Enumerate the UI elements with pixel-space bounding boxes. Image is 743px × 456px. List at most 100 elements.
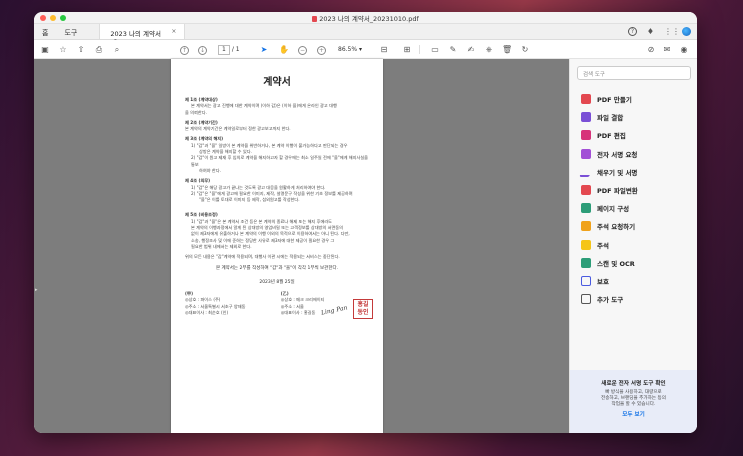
next-page-icon[interactable]: ↓ [198,44,207,55]
comment-icon [581,239,591,250]
promo-body-3: 작업을 할 수 있습니다. [611,402,656,407]
article-line: 2) "갑"이 원고 제재 후 임의로 계약을 해지하고자 할 경우에는 최소 … [191,155,369,167]
esign-promo-panel: 새로운 전자 서명 도구 확인 빠 방식을 사용하고, 대량으로 전송하고, 브… [570,370,697,433]
window-title: 2023 나의 계약서_20231010.pdf [34,13,697,23]
draw-icon[interactable]: ✍ [466,44,476,55]
tool-label: 주석 [597,241,609,250]
tool-comment[interactable]: 주석 [570,236,697,254]
search-icon[interactable]: ⌕ [112,44,122,55]
request-esign-icon [581,148,591,159]
bell-icon[interactable]: ♦ [646,27,655,36]
print-icon[interactable]: ⎙ [94,44,104,55]
rotate-icon[interactable]: ↻ [520,44,530,55]
save-icon[interactable]: ▣ [40,44,50,55]
tool-request-esign[interactable]: 전자 서명 요청 [570,145,697,163]
article-line: 을 의뢰한다. [185,109,207,115]
tool-combine-files[interactable]: 파일 결합 [570,108,697,126]
more-tools-icon [581,294,591,305]
see-all-link[interactable]: 모두 보기 [570,410,697,418]
upload-icon[interactable]: ⇧ [76,44,86,55]
tool-label: PDF 편집 [597,132,626,141]
article-line: 없이 제3자에게 유출하거나 본 계약의 이행 이외의 목적으로 이용하여서는 … [191,231,350,237]
mail-icon[interactable]: ✉ [662,44,672,55]
page-total: / 1 [231,46,240,53]
tool-more-tools[interactable]: 추가 도구 [570,290,697,308]
tool-label: 추가 도구 [597,296,624,305]
article-line: 하여야 한다. [199,167,221,173]
select-cursor-icon[interactable]: ➤ [259,44,269,55]
request-comments-icon [581,221,591,232]
signatories: (甲) ◎상호 : 파이스 (주) ◎주소 : 서울특별시 서초구 양재동 ◎대… [185,291,373,320]
tool-label: 주석 요청하기 [597,223,636,232]
window-title-text: 2023 나의 계약서_20231010.pdf [319,15,419,23]
highlight-icon[interactable]: ✎ [448,44,458,55]
tool-request-comments[interactable]: 주석 요청하기 [570,217,697,235]
document-title: 계약서 [263,77,291,88]
hand-tool-icon[interactable]: ✋ [279,44,289,55]
party-a-ceo: ◎대표이사 : 최순호 (인) [185,309,229,315]
prev-page-icon[interactable]: ↑ [180,44,189,55]
contract-date: 2023년 8월 25일 [259,280,295,286]
page-number-input[interactable]: 1 [218,45,230,55]
tool-label: PDF 파일변환 [597,187,638,196]
tool-scan-ocr[interactable]: 스캔 및 OCR [570,254,697,272]
article-5: 제 5조 (비용조정) 1) "갑"과 "을"은 본 계약서 조건 등은 본 계… [185,212,369,250]
tool-fill-sign[interactable]: 채우기 및 서명 [570,163,697,181]
zoom-value: 86.5% [338,46,358,53]
account-icon[interactable]: ◉ [679,44,689,55]
star-icon[interactable]: ☆ [58,44,68,55]
document-canvas[interactable]: ▸ 계약서 제 1조 (계약대상) 본 계약서는 광고 진행에 대한 계약이며 … [34,59,569,433]
page-indicator: 1/ 1 [218,44,240,55]
fill-sign-icon [579,166,593,177]
zoom-out-icon[interactable]: − [298,44,307,55]
pdf-page: 계약서 제 1조 (계약대상) 본 계약서는 광고 진행에 대한 계약이며 (이… [171,59,383,433]
copies-statement: 본 계약서는 2부를 작성하여 "갑"과 "을"이 각각 1부씩 보관한다. [215,266,339,272]
tool-organize-pages[interactable]: 페이지 구성 [570,199,697,217]
comment-icon[interactable]: ▭ [430,44,440,55]
zoom-in-icon[interactable]: + [317,44,326,55]
party-a: (甲) ◎상호 : 파이스 (주) ◎주소 : 서울특별시 서초구 양재동 ◎대… [185,291,273,316]
promo-title: 새로운 전자 서명 도구 확인 [601,381,666,387]
tool-export-pdf[interactable]: PDF 파일변환 [570,181,697,199]
seal-text: 동인 [357,309,369,317]
export-pdf-icon [581,185,591,196]
apps-grid-icon[interactable]: ⋮⋮ [664,27,680,36]
tool-create-pdf[interactable]: PDF 만들기 [570,90,697,108]
stamp-icon[interactable]: ⎈ [484,44,494,55]
search-tools-input[interactable]: 검색 도구 [577,66,691,80]
tool-label: 파일 결합 [597,114,624,123]
delete-icon[interactable]: 🗑 [502,44,512,55]
tool-label: 보호 [597,277,609,286]
share-link-icon[interactable]: ⊘ [646,44,656,55]
app-window: 2023 나의 계약서_20231010.pdf 홈 도구 2023 나의 계약… [34,12,697,433]
page-view-icon[interactable]: ⊟ [379,44,389,55]
left-panel-toggle-icon[interactable]: ▸ [35,287,39,297]
help-icon[interactable]: ? [628,27,637,36]
tab-bar: 홈 도구 2023 나의 계약서_2... × ? ♦ ⋮⋮ [34,24,697,46]
seal-stamp: 홍길 동인 [353,299,373,320]
tool-protect[interactable]: 보호 [570,272,697,290]
zoom-select[interactable]: 86.5% ▾ [338,44,362,55]
tab-document[interactable]: 2023 나의 계약서_2... × [99,24,186,46]
article-1: 제 1조 (계약대상) 본 계약서는 광고 진행에 대한 계약이며 (이하 갑)… [185,97,369,116]
scroll-mode-icon[interactable]: ⊞ [402,44,412,55]
scan-ocr-icon [581,257,591,268]
article-2: 제 2조 (계약기간) 본 계약의 계약기간은 계약일로부터 정한 광고보고까지… [185,120,369,133]
tool-label: 채우기 및 서명 [597,168,638,177]
article-line: 본 계약의 계약기간은 계약일로부터 정한 광고보고까지 한다. [185,126,291,132]
combine-files-icon [581,112,591,123]
avatar[interactable] [682,27,691,36]
title-bar: 2023 나의 계약서_20231010.pdf [34,12,697,24]
tools-sidebar: 검색 도구 PDF 만들기 파일 결합 PDF 편집 전자 서명 요청 채우기 … [569,59,697,433]
create-pdf-icon [581,94,591,105]
tool-edit-pdf[interactable]: PDF 편집 [570,126,697,144]
tab-tools[interactable]: 도구 [56,24,85,39]
tool-label: 페이지 구성 [597,205,630,214]
tab-home[interactable]: 홈 [34,24,56,39]
article-line: "을"은 이를 토대로 이미지 등 제작, 섭외원고를 작성한다. [199,197,300,203]
tab-document-label: 2023 나의 계약서_2... [110,30,161,46]
close-tab-icon[interactable]: × [171,28,176,39]
tool-label: 스캔 및 OCR [597,259,635,268]
closing-text: 위의 모든 내용은 "갑"계약에 적용되며, 대행사 이관 시에는 적용되는 서… [185,254,340,260]
tool-label: 전자 서명 요청 [597,150,638,159]
